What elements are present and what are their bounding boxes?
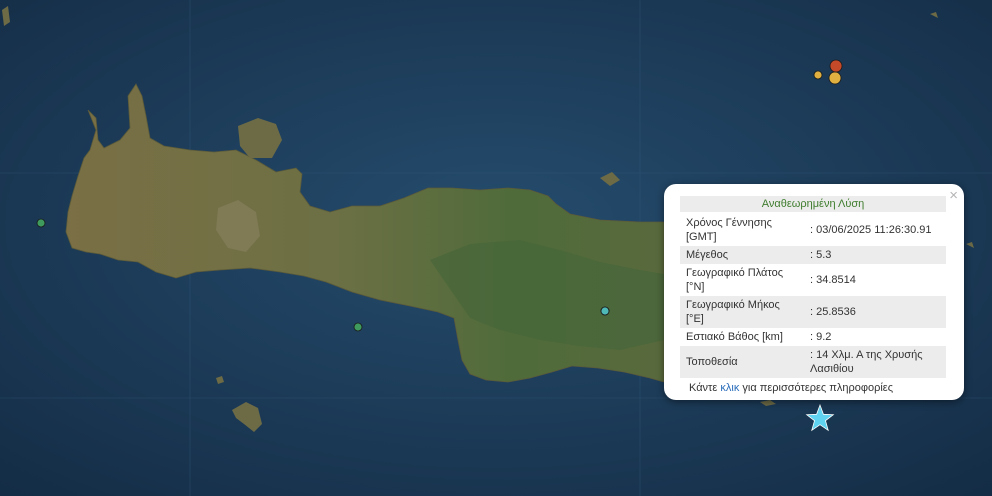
detail-label: Γεωγραφικό Μήκος [°E] — [680, 296, 804, 328]
more-info-link[interactable]: κλικ — [720, 382, 739, 394]
detail-value: : 34.8514 — [810, 274, 856, 286]
event-details-table: Χρόνος Γέννησης [GMT] : 03/06/2025 11:26… — [680, 214, 946, 378]
event-marker[interactable] — [828, 71, 842, 85]
event-marker[interactable] — [600, 306, 610, 316]
event-marker[interactable] — [829, 59, 843, 73]
more-info-suffix: για περισσότερες πληροφορίες — [742, 382, 893, 394]
table-row: Μέγεθος : 5.3 — [680, 246, 946, 264]
event-marker[interactable] — [353, 322, 363, 332]
detail-value: : 25.8536 — [804, 296, 946, 328]
table-row: Γεωγραφικό Πλάτος [°N] : 34.8514 — [680, 264, 946, 296]
detail-label: Τοποθεσία — [680, 346, 804, 378]
popup-title: Αναθεωρημένη Λύση — [680, 196, 946, 212]
detail-label: Γεωγραφικό Πλάτος [°N] — [686, 267, 784, 293]
detail-value: : 5.3 — [804, 246, 946, 264]
detail-label: Μέγεθος — [680, 246, 804, 264]
more-info-text: Κάντε κλικ για περισσότερες πληροφορίες — [680, 382, 946, 394]
table-row: Εστιακό Βάθος [km] : 9.2 — [680, 328, 946, 346]
table-row: Χρόνος Γέννησης [GMT] : 03/06/2025 11:26… — [680, 214, 946, 246]
more-info-prefix: Κάντε — [689, 382, 718, 394]
table-row: Γεωγραφικό Μήκος [°E] : 25.8536 — [680, 296, 946, 328]
close-icon[interactable]: × — [949, 186, 958, 206]
detail-value: : 14 Χλμ. Α της Χρυσής Λασιθίου — [804, 346, 946, 378]
detail-label: Χρόνος Γέννησης [GMT] — [686, 217, 772, 243]
detail-value: : 9.2 — [810, 331, 832, 343]
table-row: Τοποθεσία : 14 Χλμ. Α της Χρυσής Λασιθίο… — [680, 346, 946, 378]
event-info-popup: × Αναθεωρημένη Λύση Χρόνος Γέννησης [GMT… — [664, 184, 964, 400]
detail-label: Εστιακό Βάθος [km] — [686, 331, 783, 343]
event-marker[interactable] — [36, 218, 46, 228]
event-marker[interactable] — [813, 70, 823, 80]
detail-value: : 03/06/2025 11:26:30.91 — [810, 224, 932, 236]
